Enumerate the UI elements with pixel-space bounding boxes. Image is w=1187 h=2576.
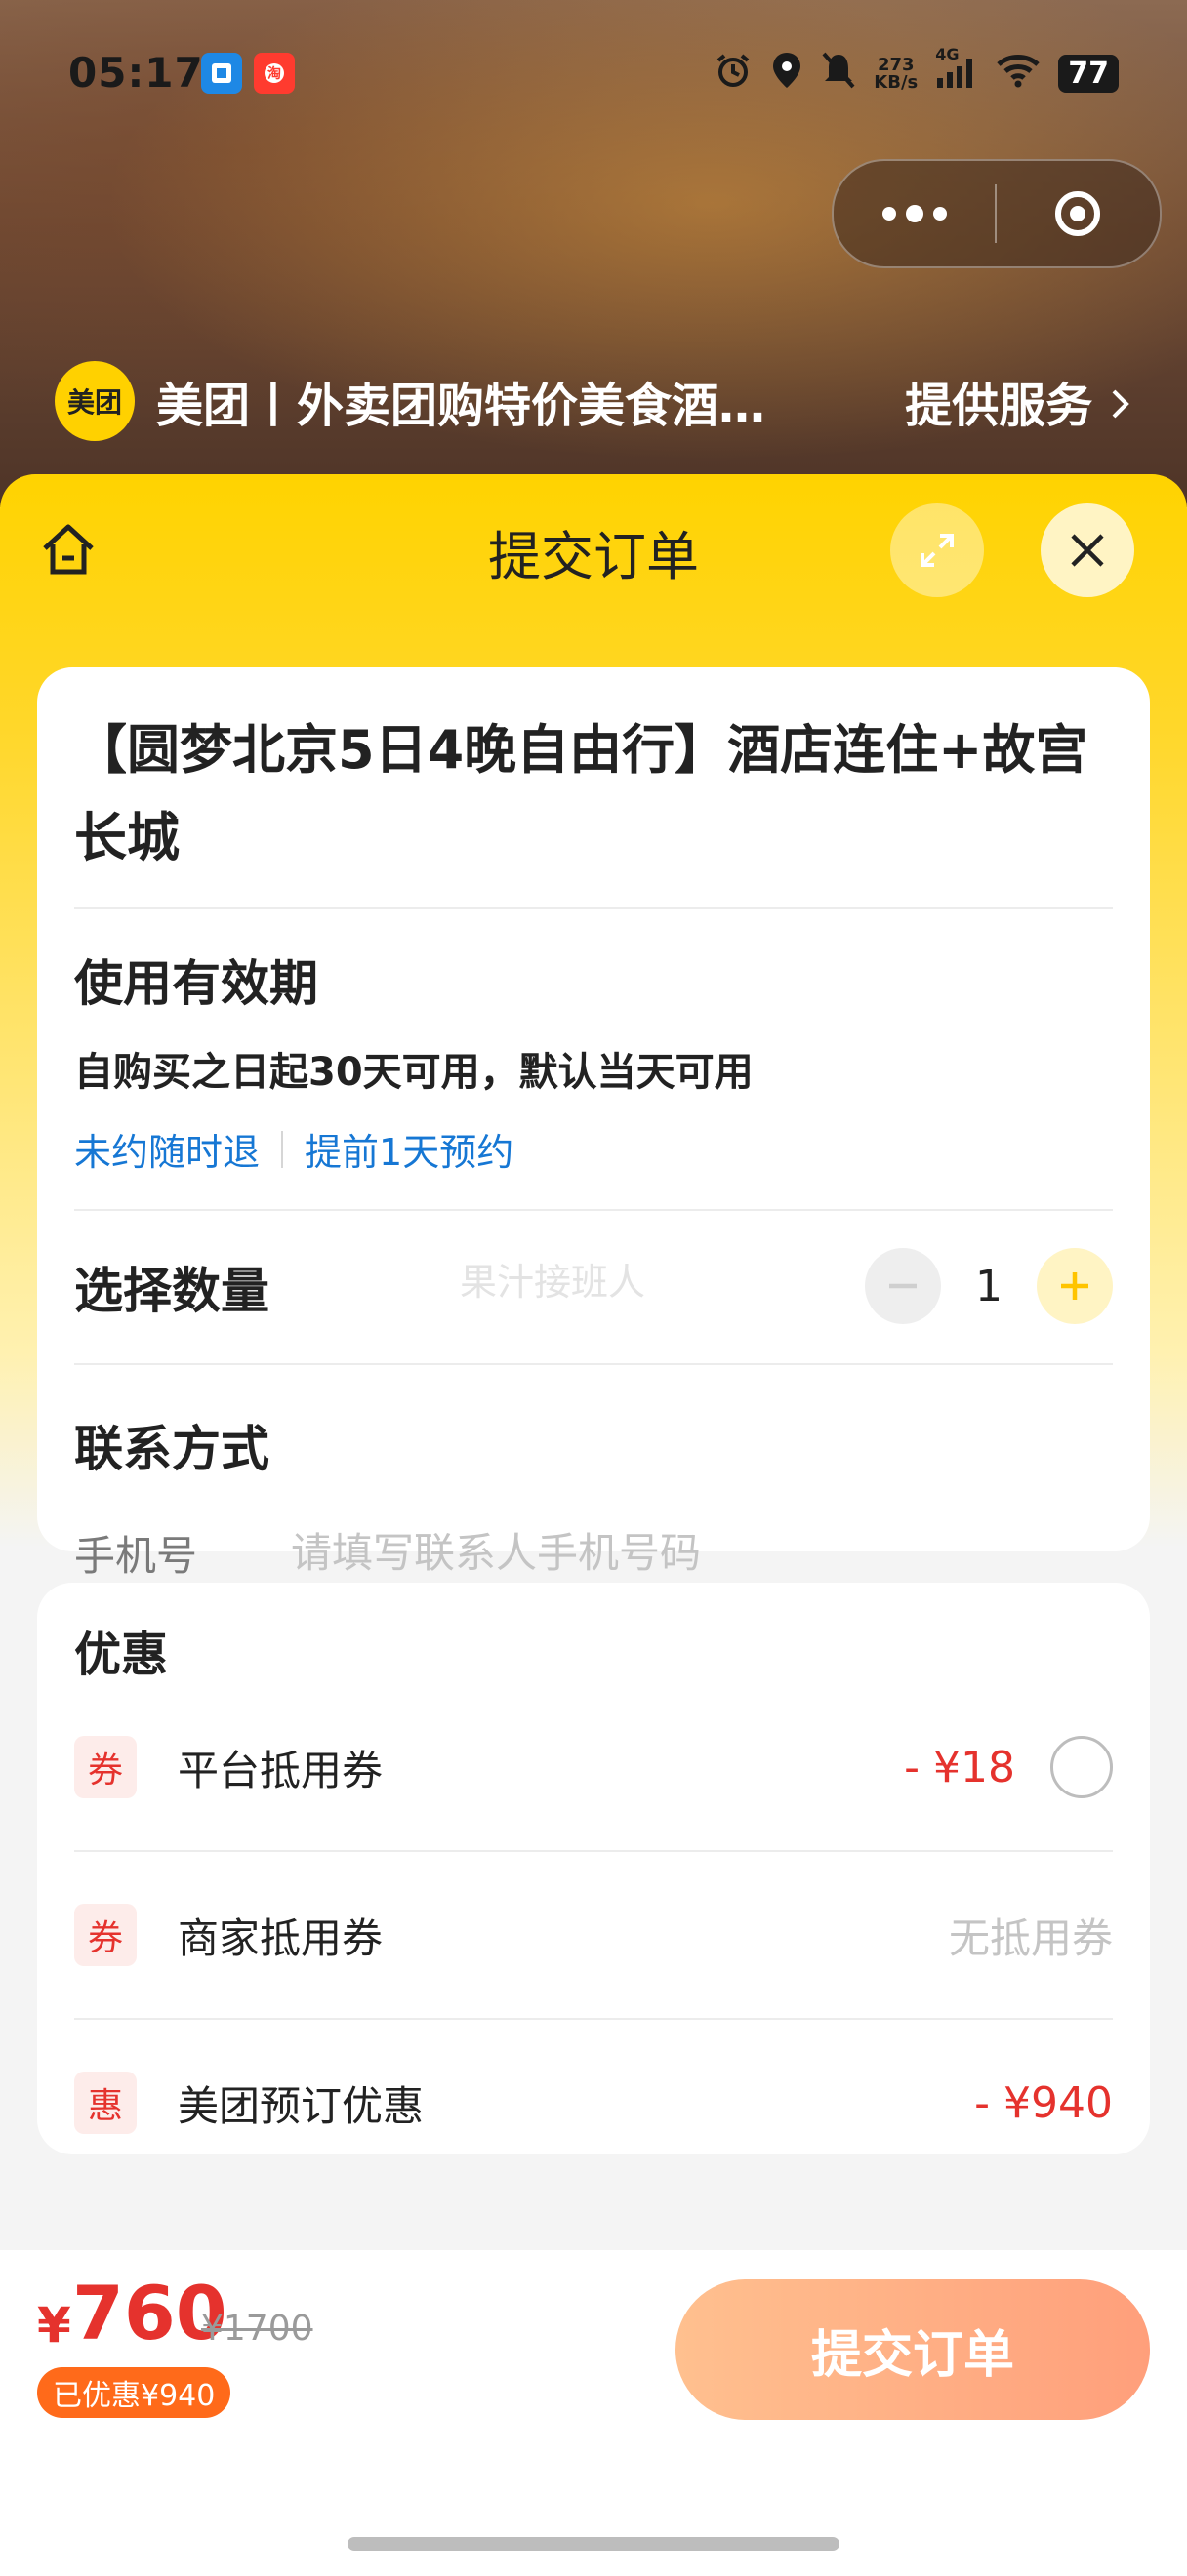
mute-bell-icon — [821, 51, 856, 97]
wifi-icon — [996, 51, 1041, 97]
svg-text:淘: 淘 — [267, 65, 281, 82]
provider-name: 美团丨外卖团购特价美食酒… — [156, 379, 766, 433]
battery-indicator: 77 — [1058, 55, 1119, 93]
expand-icon — [921, 534, 954, 567]
service-link[interactable]: 提供服务 — [905, 367, 1132, 435]
discount-amount: - ¥940 — [974, 2077, 1113, 2128]
close-button[interactable] — [1041, 503, 1134, 597]
location-icon — [770, 51, 803, 97]
quantity-label: 选择数量 — [74, 1263, 269, 1319]
discount-amount: 无抵用券 — [948, 1913, 1113, 1962]
network-type: 4G — [935, 45, 960, 63]
discount-amount: - ¥18 — [904, 1742, 1015, 1792]
network-speed: 273 KB/s — [874, 54, 919, 93]
signal-icon: 4G — [935, 45, 978, 97]
tag-separator — [281, 1130, 284, 1168]
alarm-icon — [714, 51, 753, 97]
sheet-header: 提交订单 — [0, 474, 1187, 621]
validity-label: 使用有效期 — [74, 955, 318, 1012]
net-speed-unit: KB/s — [874, 71, 919, 93]
quantity-value: 1 — [975, 1261, 1003, 1311]
status-icons: 273 KB/s 4G 77 — [714, 45, 1119, 97]
minus-icon — [889, 1283, 917, 1289]
plus-icon — [1061, 1272, 1088, 1300]
discount-title: 优惠 — [74, 1628, 169, 1682]
provider-bar[interactable]: 美团 美团丨外卖团购特价美食酒… 提供服务 — [55, 361, 1132, 441]
home-indicator[interactable] — [348, 2537, 839, 2551]
currency-symbol: ¥ — [37, 2297, 71, 2354]
discount-name: 美团预订优惠 — [178, 2081, 425, 2130]
checkout-bar: ¥ 760 ¥1700 已优惠¥940 提交订单 — [0, 2250, 1187, 2576]
discount-card: 优惠 券 平台抵用券 - ¥18 券 商家抵用券 无抵用券 惠 美团预订优惠 -… — [37, 1583, 1150, 2154]
more-options-button[interactable] — [834, 205, 995, 222]
coupon-icon: 券 — [74, 1904, 137, 1966]
more-dot-icon — [905, 205, 923, 222]
original-price: ¥1700 — [201, 2309, 313, 2349]
phone-label: 手机号 — [74, 1532, 198, 1580]
watermark-text: 果汁接班人 — [460, 1261, 646, 1304]
product-card: 【圆梦北京5日4晚自由行】酒店连住+故宫长城 使用有效期 自购买之日起30天可用… — [37, 667, 1150, 1580]
quantity-section: 选择数量 果汁接班人 1 — [74, 1211, 1113, 1363]
offer-icon: 惠 — [74, 2072, 137, 2134]
shopping-app-icon: 淘 — [254, 53, 295, 94]
net-speed-value: 273 — [877, 54, 915, 75]
status-bar: 05:17 淘 273 KB/s 4G 77 — [0, 39, 1187, 117]
validity-text: 自购买之日起30天可用，默认当天可用 — [74, 1050, 754, 1095]
discount-name: 平台抵用券 — [178, 1746, 384, 1794]
contact-section: 联系方式 手机号 — [74, 1365, 1113, 1583]
contact-label: 联系方式 — [74, 1421, 269, 1477]
status-time: 05:17 — [68, 49, 204, 97]
product-title: 【圆梦北京5日4晚自由行】酒店连住+故宫长城 — [74, 719, 1088, 868]
discount-name: 商家抵用券 — [178, 1913, 384, 1962]
increase-button[interactable] — [1037, 1248, 1113, 1324]
mini-program-capsule — [832, 159, 1162, 268]
sheet-title: 提交订单 — [488, 526, 699, 587]
refund-tag: 未约随时退 — [74, 1131, 261, 1174]
discount-row-merchant-coupon[interactable]: 券 商家抵用券 无抵用券 — [74, 1850, 1113, 2018]
close-icon — [1071, 534, 1104, 567]
discount-row-platform-coupon[interactable]: 券 平台抵用券 - ¥18 — [74, 1684, 1113, 1850]
quantity-stepper: 1 — [865, 1248, 1113, 1324]
chevron-right-icon — [1112, 389, 1129, 419]
more-dot-icon — [881, 207, 896, 221]
discount-row-booking-offer: 惠 美团预订优惠 - ¥940 — [74, 2018, 1113, 2186]
submit-order-button[interactable]: 提交订单 — [675, 2279, 1150, 2420]
validity-tags: 未约随时退 提前1天预约 — [74, 1122, 1113, 1176]
saved-badge: 已优惠¥940 — [37, 2367, 231, 2418]
target-icon — [1054, 191, 1100, 236]
coupon-select-radio[interactable] — [1050, 1736, 1113, 1798]
phone-input[interactable] — [291, 1529, 974, 1577]
provider-logo: 美团 — [55, 361, 135, 441]
decrease-button[interactable] — [865, 1248, 941, 1324]
service-link-label: 提供服务 — [905, 379, 1093, 433]
phone-row: 手机号 — [74, 1523, 1113, 1583]
app-notification-icon — [201, 53, 242, 94]
coupon-icon: 券 — [74, 1736, 137, 1798]
more-dot-icon — [932, 207, 947, 221]
validity-section: 使用有效期 自购买之日起30天可用，默认当天可用 未约随时退 提前1天预约 — [74, 909, 1113, 1209]
exit-mini-program-button[interactable] — [997, 191, 1158, 236]
booking-tag: 提前1天预约 — [305, 1131, 514, 1174]
expand-button[interactable] — [890, 503, 984, 597]
